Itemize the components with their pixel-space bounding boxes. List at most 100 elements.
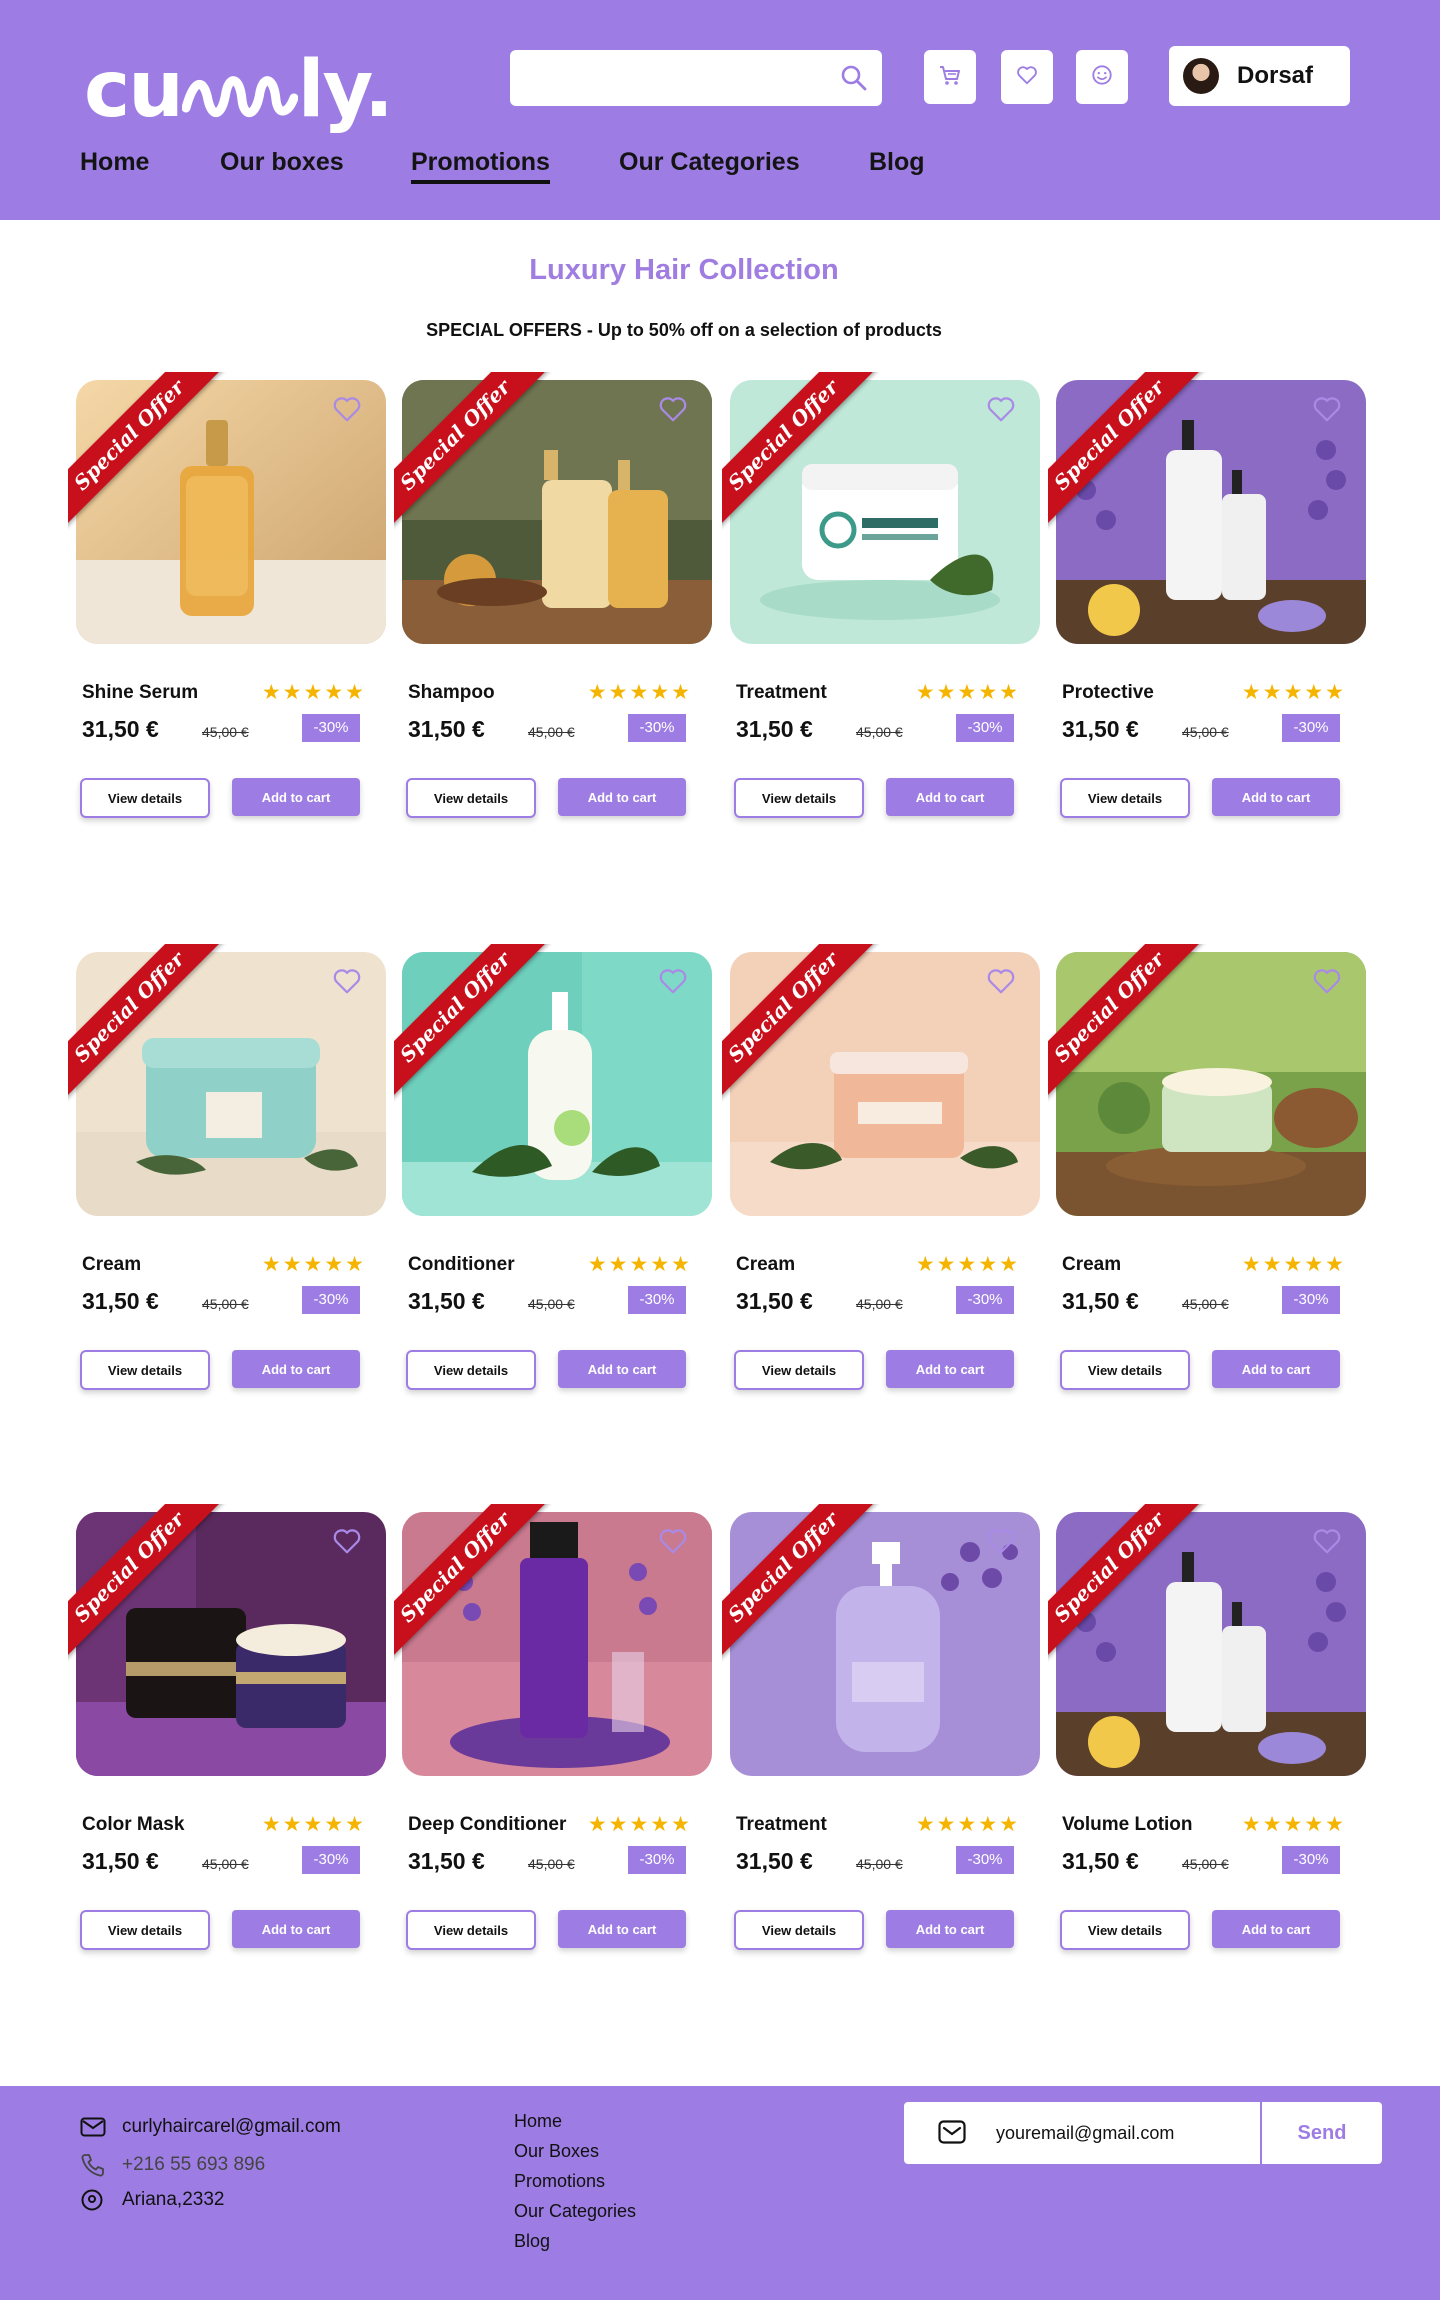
view-details-button[interactable]: View details xyxy=(80,1910,210,1950)
product-old-price: 45,00 € xyxy=(202,724,249,740)
discount-badge: -30% xyxy=(302,714,360,742)
nav-promotions[interactable]: Promotions xyxy=(411,148,550,184)
user-name: Dorsaf xyxy=(1237,62,1314,89)
add-to-cart-button[interactable]: Add to cart xyxy=(232,1910,360,1948)
product-image[interactable] xyxy=(76,1512,386,1776)
footer-address: Ariana,2332 xyxy=(80,2188,224,2212)
logo-text-right: ly. xyxy=(297,45,394,135)
add-to-cart-button[interactable]: Add to cart xyxy=(232,1350,360,1388)
nav-our-categories[interactable]: Our Categories xyxy=(619,148,800,177)
heart-icon[interactable] xyxy=(1312,966,1342,1001)
view-details-button[interactable]: View details xyxy=(406,1350,536,1390)
add-to-cart-button[interactable]: Add to cart xyxy=(886,1910,1014,1948)
product-name: Conditioner xyxy=(408,1254,515,1275)
heart-icon[interactable] xyxy=(658,394,688,429)
nav-home[interactable]: Home xyxy=(80,148,149,177)
product-image[interactable] xyxy=(1056,380,1366,644)
product-name: Deep Conditioner xyxy=(408,1814,567,1835)
product-card: Special Offer Treatment ★★★★★ 31,50 € 45… xyxy=(722,372,1040,818)
smiley-icon xyxy=(1091,64,1113,91)
nav-our-boxes[interactable]: Our boxes xyxy=(220,148,344,177)
footer-link-our-categories[interactable]: Our Categories xyxy=(514,2196,636,2226)
product-price: 31,50 € xyxy=(408,716,485,742)
user-menu[interactable]: Dorsaf xyxy=(1169,46,1350,106)
add-to-cart-button[interactable]: Add to cart xyxy=(232,778,360,816)
heart-icon[interactable] xyxy=(332,1526,362,1561)
product-name: Volume Lotion xyxy=(1062,1814,1193,1835)
view-details-button[interactable]: View details xyxy=(734,1910,864,1950)
rating-stars: ★★★★★ xyxy=(587,1813,692,1836)
view-details-button[interactable]: View details xyxy=(80,1350,210,1390)
heart-icon[interactable] xyxy=(1312,394,1342,429)
view-details-button[interactable]: View details xyxy=(1060,1910,1190,1950)
product-old-price: 45,00 € xyxy=(1182,724,1229,740)
search-input[interactable] xyxy=(510,50,830,106)
product-old-price: 45,00 € xyxy=(856,1856,903,1872)
newsletter-send-button[interactable]: Send xyxy=(1262,2102,1382,2164)
site-footer: curlyhaircarel@gmail.com +216 55 693 896… xyxy=(0,2086,1440,2300)
product-image[interactable] xyxy=(1056,952,1366,1216)
account-button[interactable] xyxy=(1076,50,1128,104)
product-image[interactable] xyxy=(730,952,1040,1216)
logo[interactable]: cu ly. xyxy=(84,44,394,136)
add-to-cart-button[interactable]: Add to cart xyxy=(1212,1350,1340,1388)
add-to-cart-button[interactable]: Add to cart xyxy=(886,1350,1014,1388)
main-nav: Home Our boxes Promotions Our Categories… xyxy=(0,148,1440,188)
heart-icon[interactable] xyxy=(332,966,362,1001)
heart-icon[interactable] xyxy=(658,966,688,1001)
add-to-cart-button[interactable]: Add to cart xyxy=(558,1910,686,1948)
view-details-button[interactable]: View details xyxy=(734,1350,864,1390)
wishlist-button[interactable] xyxy=(1001,50,1053,104)
product-image[interactable] xyxy=(1056,1512,1366,1776)
phone-icon xyxy=(80,2152,108,2178)
add-to-cart-button[interactable]: Add to cart xyxy=(558,1350,686,1388)
search-icon[interactable] xyxy=(840,64,868,97)
rating-stars: ★★★★★ xyxy=(261,681,366,704)
product-old-price: 45,00 € xyxy=(202,1296,249,1312)
footer-link-blog[interactable]: Blog xyxy=(514,2226,636,2256)
view-details-button[interactable]: View details xyxy=(1060,1350,1190,1390)
heart-icon[interactable] xyxy=(332,394,362,429)
product-name: Cream xyxy=(82,1254,142,1275)
heart-icon[interactable] xyxy=(986,394,1016,429)
view-details-button[interactable]: View details xyxy=(406,778,536,818)
product-image[interactable] xyxy=(730,1512,1040,1776)
product-image[interactable] xyxy=(402,1512,712,1776)
view-details-button[interactable]: View details xyxy=(1060,778,1190,818)
nav-blog[interactable]: Blog xyxy=(869,148,925,177)
add-to-cart-button[interactable]: Add to cart xyxy=(886,778,1014,816)
search-bar[interactable] xyxy=(510,50,882,106)
product-card: Special Offer Shine Serum ★★★★★ 31,50 € … xyxy=(68,372,386,818)
newsletter-email-input[interactable] xyxy=(904,2102,1260,2164)
product-image[interactable] xyxy=(730,380,1040,644)
heart-icon[interactable] xyxy=(986,966,1016,1001)
view-details-button[interactable]: View details xyxy=(734,778,864,818)
heart-icon[interactable] xyxy=(986,1526,1016,1561)
product-old-price: 45,00 € xyxy=(528,724,575,740)
footer-link-promotions[interactable]: Promotions xyxy=(514,2166,636,2196)
product-image[interactable] xyxy=(402,380,712,644)
product-image[interactable] xyxy=(402,952,712,1216)
add-to-cart-button[interactable]: Add to cart xyxy=(558,778,686,816)
product-image[interactable] xyxy=(76,952,386,1216)
product-price: 31,50 € xyxy=(1062,1848,1139,1874)
discount-badge: -30% xyxy=(956,1846,1014,1874)
footer-link-our-boxes[interactable]: Our Boxes xyxy=(514,2136,636,2166)
heart-icon[interactable] xyxy=(658,1526,688,1561)
view-details-button[interactable]: View details xyxy=(406,1910,536,1950)
view-details-button[interactable]: View details xyxy=(80,778,210,818)
add-to-cart-button[interactable]: Add to cart xyxy=(1212,778,1340,816)
footer-link-home[interactable]: Home xyxy=(514,2106,636,2136)
product-price: 31,50 € xyxy=(82,1848,159,1874)
discount-badge: -30% xyxy=(956,1286,1014,1314)
add-to-cart-button[interactable]: Add to cart xyxy=(1212,1910,1340,1948)
heart-icon[interactable] xyxy=(1312,1526,1342,1561)
product-price: 31,50 € xyxy=(1062,716,1139,742)
product-name: Cream xyxy=(1062,1254,1122,1275)
cart-button[interactable] xyxy=(924,50,976,104)
discount-badge: -30% xyxy=(302,1846,360,1874)
product-image[interactable] xyxy=(76,380,386,644)
location-icon xyxy=(80,2188,108,2212)
rating-stars: ★★★★★ xyxy=(915,681,1020,704)
product-name: Treatment xyxy=(736,1814,827,1835)
